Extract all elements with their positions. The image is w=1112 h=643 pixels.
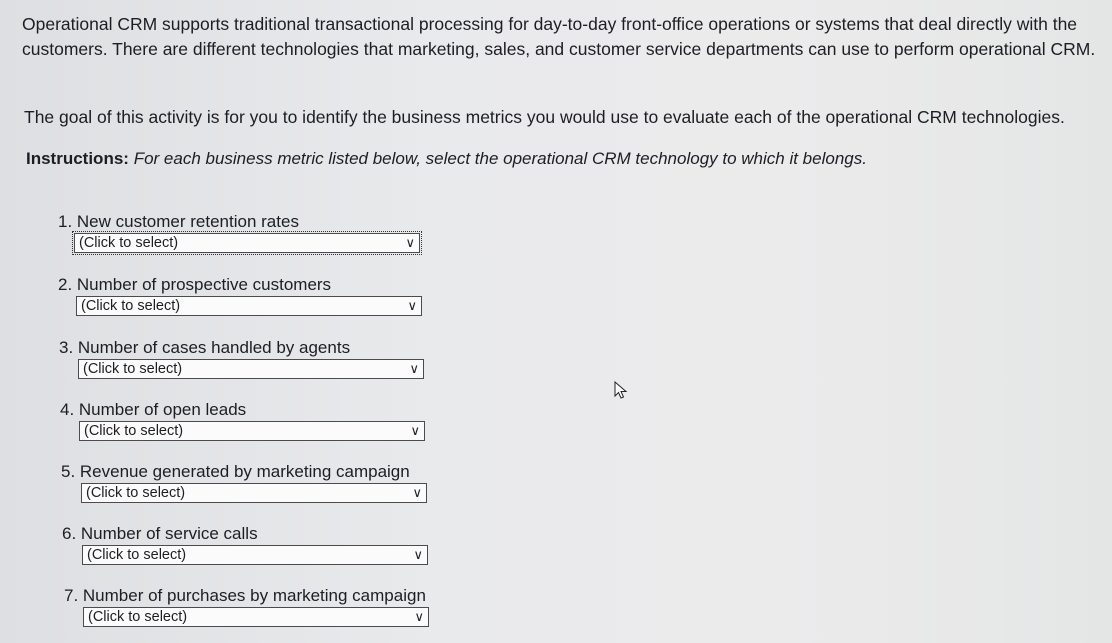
select-value: (Click to select) <box>88 609 188 625</box>
question-6: 6. Number of service calls (Click to sel… <box>62 523 428 565</box>
question-label: 3. Number of cases handled by agents <box>59 338 351 357</box>
question-label: 2. Number of prospective customers <box>58 275 332 294</box>
select-value: (Click to select) <box>83 361 183 377</box>
question-2-select[interactable]: (Click to select) ∨ <box>76 296 422 316</box>
question-label: 6. Number of service calls <box>62 524 258 543</box>
instructions-label: Instructions: <box>26 149 129 168</box>
chevron-down-icon: ∨ <box>409 361 419 376</box>
question-4-select[interactable]: (Click to select) ∨ <box>79 421 425 441</box>
chevron-down-icon: ∨ <box>414 609 424 624</box>
instructions: Instructions: For each business metric l… <box>26 147 867 171</box>
chevron-down-icon: ∨ <box>410 423 420 438</box>
question-7-select[interactable]: (Click to select) ∨ <box>83 607 429 627</box>
question-1: 1. New customer retention rates (Click t… <box>58 211 422 255</box>
question-3-select[interactable]: (Click to select) ∨ <box>78 359 424 379</box>
select-value: (Click to select) <box>79 235 179 251</box>
intro-paragraph: Operational CRM supports traditional tra… <box>22 14 1096 59</box>
question-5: 5. Revenue generated by marketing campai… <box>61 461 427 503</box>
select-value: (Click to select) <box>87 547 187 563</box>
select-value: (Click to select) <box>81 298 181 314</box>
chevron-down-icon: ∨ <box>407 298 417 313</box>
question-5-select[interactable]: (Click to select) ∨ <box>81 483 427 503</box>
goal-paragraph: The goal of this activity is for you to … <box>24 107 1065 127</box>
question-3: 3. Number of cases handled by agents (Cl… <box>59 337 424 379</box>
select-value: (Click to select) <box>84 423 184 439</box>
question-label: 7. Number of purchases by marketing camp… <box>64 586 426 605</box>
instructions-text: For each business metric listed below, s… <box>133 149 867 168</box>
question-6-select[interactable]: (Click to select) ∨ <box>82 545 428 565</box>
question-label: 4. Number of open leads <box>60 400 247 419</box>
chevron-down-icon: ∨ <box>405 235 415 250</box>
question-2: 2. Number of prospective customers (Clic… <box>58 274 422 316</box>
question-label: 5. Revenue generated by marketing campai… <box>61 462 410 481</box>
question-7: 7. Number of purchases by marketing camp… <box>64 585 429 627</box>
mouse-pointer-icon <box>614 381 628 399</box>
question-1-select[interactable]: (Click to select) ∨ <box>72 231 422 255</box>
chevron-down-icon: ∨ <box>413 547 423 562</box>
question-4: 4. Number of open leads (Click to select… <box>60 399 425 441</box>
select-value: (Click to select) <box>86 485 186 501</box>
chevron-down-icon: ∨ <box>412 485 422 500</box>
question-label: 1. New customer retention rates <box>58 212 299 231</box>
